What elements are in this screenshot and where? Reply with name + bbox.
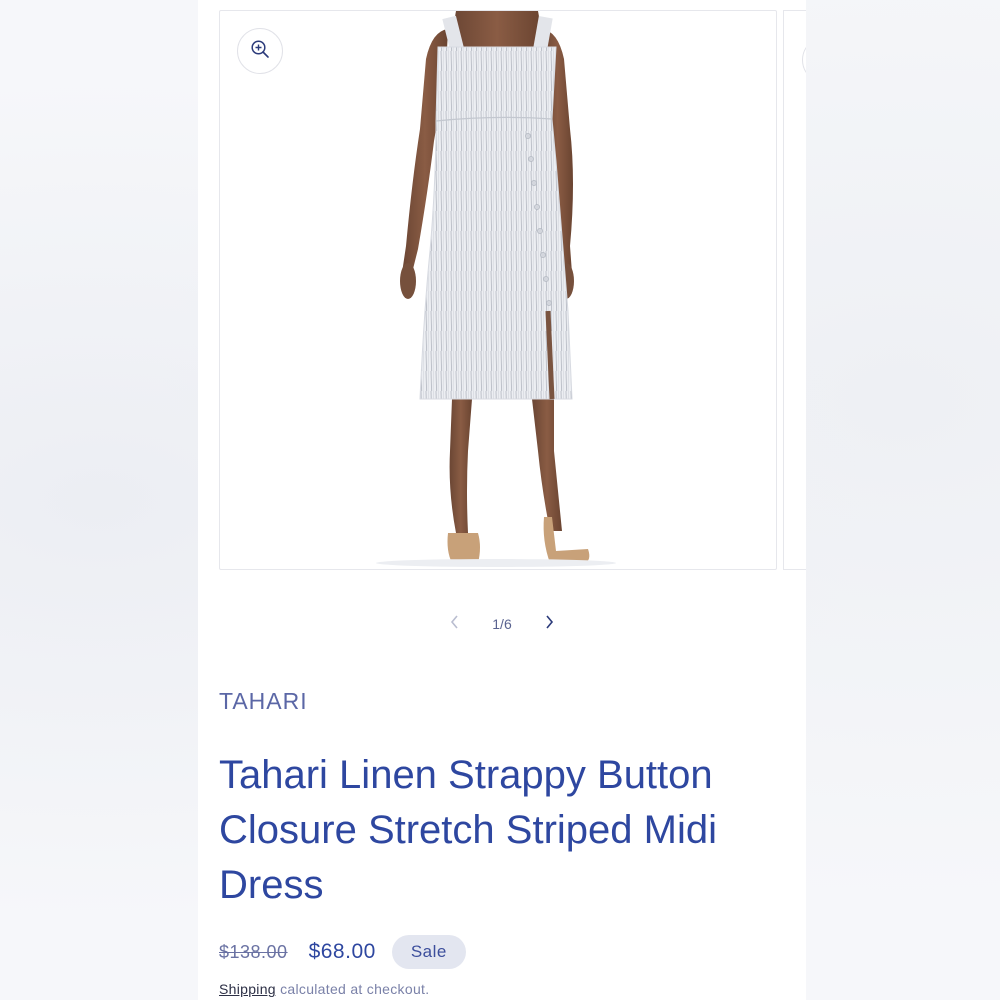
chevron-right-icon <box>543 614 555 635</box>
product-media[interactable] <box>219 10 777 570</box>
zoom-in-icon <box>802 37 806 83</box>
zoom-in-icon <box>250 39 270 64</box>
previous-slide-button[interactable] <box>433 606 477 642</box>
next-slide-button[interactable] <box>527 606 571 642</box>
product-title: Tahari Linen Strappy Button Closure Stre… <box>219 753 717 907</box>
chevron-left-icon <box>449 614 461 635</box>
regular-price: $138.00 <box>219 941 288 962</box>
product-page: 1/6 TAHARI Tahari Linen Strappy Button C… <box>198 0 806 1000</box>
shipping-text: calculated at checkout. <box>280 981 430 997</box>
shipping-note: Shipping calculated at checkout. <box>219 981 429 997</box>
price-row: $138.00 $68.00 Sale <box>219 934 466 970</box>
product-vendor: TAHARI <box>219 688 308 714</box>
sale-price: $68.00 <box>308 940 376 963</box>
product-image <box>376 11 616 567</box>
shipping-link[interactable]: Shipping <box>219 981 276 997</box>
sale-badge: Sale <box>391 935 466 969</box>
gallery-navigation: 1/6 <box>198 606 806 642</box>
next-media-peek[interactable] <box>783 10 806 570</box>
zoom-button[interactable] <box>237 28 283 74</box>
slide-counter: 1/6 <box>492 616 512 632</box>
